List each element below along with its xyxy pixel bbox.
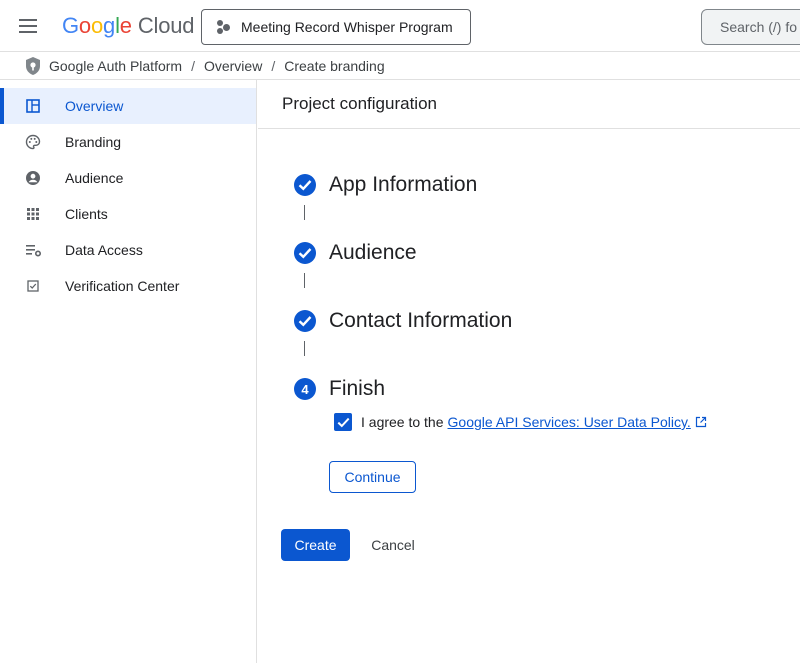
sidebar: Overview Branding Audience Clients Data … xyxy=(0,80,257,663)
step-finish: 4 Finish xyxy=(294,377,385,401)
data-settings-icon xyxy=(24,241,42,259)
external-link-icon[interactable] xyxy=(695,416,707,428)
project-icon xyxy=(216,20,230,34)
step-title: Audience xyxy=(329,241,417,264)
sidebar-item-data-access[interactable]: Data Access xyxy=(0,232,256,268)
sidebar-item-label: Clients xyxy=(65,206,108,222)
step-connector xyxy=(304,205,305,220)
page-title: Project configuration xyxy=(258,80,800,129)
check-circle-icon xyxy=(294,310,316,332)
checkbox-icon xyxy=(24,277,42,295)
step-audience: Audience xyxy=(294,241,417,265)
sidebar-item-label: Branding xyxy=(65,134,122,150)
breadcrumb-separator: / xyxy=(191,57,195,74)
account-circle-icon xyxy=(24,169,42,187)
step-number-badge: 4 xyxy=(294,378,316,400)
palette-icon xyxy=(24,133,42,151)
project-name: Meeting Record Whisper Program xyxy=(241,19,453,35)
agree-checkbox[interactable] xyxy=(334,413,352,431)
sidebar-item-overview[interactable]: Overview xyxy=(0,88,256,124)
step-title: Finish xyxy=(329,377,386,400)
step-contact-information: Contact Information xyxy=(294,309,512,333)
breadcrumb-create-branding: Create branding xyxy=(284,57,385,74)
breadcrumb-overview[interactable]: Overview xyxy=(204,58,262,74)
continue-button[interactable]: Continue xyxy=(329,461,416,493)
sidebar-item-label: Verification Center xyxy=(65,278,180,294)
search-input[interactable]: Search (/) fo xyxy=(701,9,800,45)
sidebar-item-branding[interactable]: Branding xyxy=(0,124,256,160)
check-circle-icon xyxy=(294,174,316,196)
user-data-policy-link[interactable]: Google API Services: User Data Policy. xyxy=(448,414,691,430)
sidebar-item-label: Data Access xyxy=(65,242,143,258)
step-title: Contact Information xyxy=(329,309,513,332)
project-picker-button[interactable]: Meeting Record Whisper Program xyxy=(201,9,471,45)
check-circle-icon xyxy=(294,242,316,264)
step-connector xyxy=(304,273,305,288)
breadcrumb-separator: / xyxy=(271,57,276,74)
cancel-button[interactable]: Cancel xyxy=(360,529,426,561)
top-bar: Google Cloud Meeting Record Whisper Progr… xyxy=(0,0,800,52)
step-app-information: App Information xyxy=(294,173,477,197)
sidebar-item-label: Audience xyxy=(65,170,124,186)
breadcrumb-auth-platform[interactable]: Google Auth Platform xyxy=(49,58,182,74)
sidebar-item-label: Overview xyxy=(65,98,124,114)
create-button[interactable]: Create xyxy=(281,529,350,561)
google-cloud-logo[interactable]: Google Cloud xyxy=(62,13,194,39)
policy-agreement: I agree to the Google API Services: User… xyxy=(334,413,707,431)
sidebar-item-clients[interactable]: Clients xyxy=(0,196,256,232)
agree-text: I agree to the xyxy=(361,414,444,430)
shield-icon xyxy=(26,56,40,75)
step-title: App Information xyxy=(329,173,478,196)
hamburger-menu-icon[interactable] xyxy=(18,16,40,36)
sidebar-item-verification-center[interactable]: Verification Center xyxy=(0,268,256,304)
dashboard-icon xyxy=(24,97,42,115)
apps-grid-icon xyxy=(24,205,42,223)
sidebar-item-audience[interactable]: Audience xyxy=(0,160,256,196)
breadcrumb: Google Auth Platform / Overview / Create… xyxy=(0,52,800,80)
step-connector xyxy=(304,341,305,356)
